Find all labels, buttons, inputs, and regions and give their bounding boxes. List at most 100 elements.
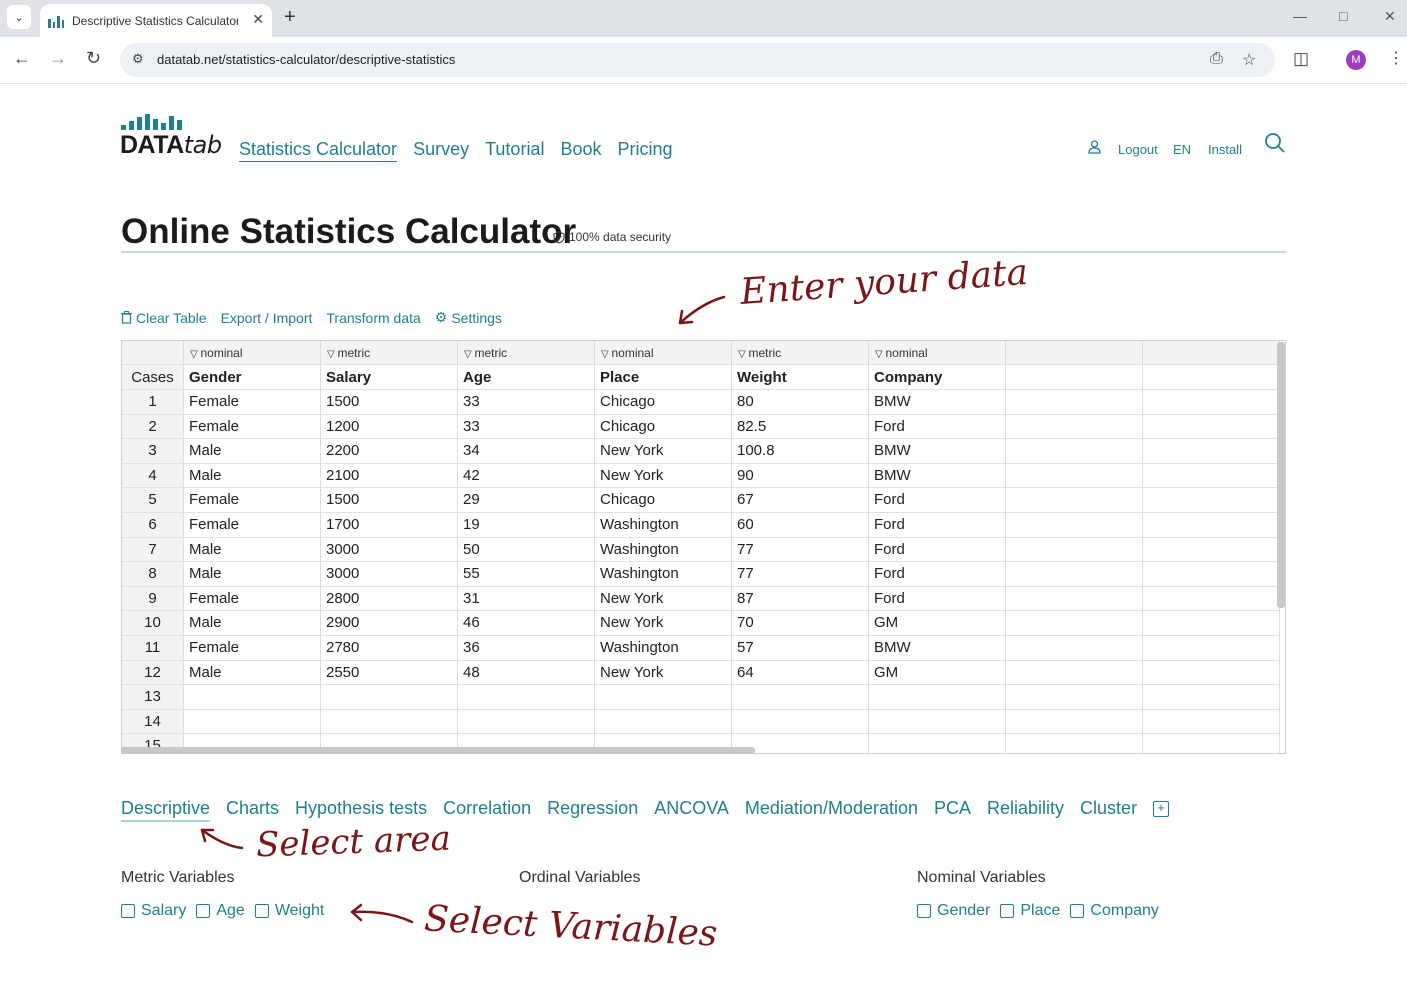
column-header[interactable]: Gender: [184, 365, 321, 390]
table-cell[interactable]: New York: [595, 660, 732, 686]
table-cell[interactable]: Male: [184, 660, 321, 686]
table-cell[interactable]: 57: [732, 636, 869, 661]
table-cell[interactable]: [1006, 709, 1143, 735]
table-cell[interactable]: 2200: [321, 439, 458, 464]
browser-tab-active[interactable]: Descriptive Statistics Calculator ✕: [40, 4, 272, 37]
table-cell[interactable]: [1143, 488, 1280, 513]
table-cell[interactable]: GM: [869, 611, 1006, 636]
table-cell[interactable]: [184, 685, 321, 710]
table-cell[interactable]: Female: [184, 390, 321, 415]
column-header[interactable]: Salary: [321, 365, 458, 390]
table-cell[interactable]: [1006, 414, 1143, 440]
column-header[interactable]: Place: [595, 365, 732, 390]
tab-charts[interactable]: Charts: [226, 798, 279, 822]
horizontal-scrollbar[interactable]: [121, 747, 755, 754]
table-cell[interactable]: Female: [184, 488, 321, 513]
datatab-logo[interactable]: DATAtab: [120, 114, 222, 159]
table-cell[interactable]: BMW: [869, 439, 1006, 464]
column-type-selector[interactable]: ▽ metric: [732, 341, 869, 365]
table-cell[interactable]: [732, 685, 869, 710]
table-cell[interactable]: GM: [869, 660, 1006, 686]
table-cell[interactable]: [1143, 586, 1280, 612]
table-cell[interactable]: [1006, 660, 1143, 686]
column-type-selector[interactable]: ▽ metric: [458, 341, 595, 365]
nav-tutorial[interactable]: Tutorial: [485, 139, 544, 162]
table-cell[interactable]: [1143, 414, 1280, 440]
table-cell[interactable]: Ford: [869, 414, 1006, 440]
url-text[interactable]: datatab.net/statistics-calculator/descri…: [157, 52, 455, 67]
table-cell[interactable]: 3000: [321, 537, 458, 563]
table-cell[interactable]: [458, 709, 595, 735]
table-cell[interactable]: New York: [595, 586, 732, 612]
tab-reliability[interactable]: Reliability: [987, 798, 1064, 822]
column-header[interactable]: [1143, 365, 1280, 390]
maximize-icon[interactable]: □: [1339, 8, 1347, 24]
table-cell[interactable]: [1143, 660, 1280, 686]
column-header[interactable]: Age: [458, 365, 595, 390]
table-cell[interactable]: 2900: [321, 611, 458, 636]
forward-arrow-icon[interactable]: →: [49, 48, 67, 69]
column-header[interactable]: Company: [869, 365, 1006, 390]
table-cell[interactable]: Washington: [595, 562, 732, 587]
tab-descriptive[interactable]: Descriptive: [121, 798, 211, 822]
table-cell[interactable]: 87: [732, 586, 869, 612]
table-cell[interactable]: 48: [458, 660, 595, 686]
tab-pca[interactable]: PCA: [934, 798, 971, 822]
table-cell[interactable]: 33: [458, 414, 595, 440]
table-cell[interactable]: Ford: [869, 488, 1006, 513]
table-cell[interactable]: 64: [732, 660, 869, 686]
table-cell[interactable]: [869, 734, 1006, 753]
table-cell[interactable]: [1006, 586, 1143, 612]
nav-pricing[interactable]: Pricing: [617, 139, 672, 162]
table-cell[interactable]: 33: [458, 390, 595, 415]
table-cell[interactable]: 55: [458, 562, 595, 587]
table-cell[interactable]: [1006, 439, 1143, 464]
extensions-puzzle-icon[interactable]: ◫: [1293, 49, 1309, 69]
tab-mediation-moderation[interactable]: Mediation/Moderation: [745, 798, 918, 822]
table-cell[interactable]: 77: [732, 562, 869, 587]
table-cell[interactable]: [321, 685, 458, 710]
table-cell[interactable]: [1006, 562, 1143, 587]
tab-ancova[interactable]: ANCOVA: [654, 798, 729, 822]
table-cell[interactable]: [732, 709, 869, 735]
table-cell[interactable]: 29: [458, 488, 595, 513]
table-cell[interactable]: 60: [732, 513, 869, 538]
column-type-selector[interactable]: ▽ nominal: [869, 341, 1006, 365]
table-cell[interactable]: Chicago: [595, 488, 732, 513]
reload-icon[interactable]: ↻: [86, 48, 101, 69]
table-cell[interactable]: 77: [732, 537, 869, 563]
table-cell[interactable]: [1143, 513, 1280, 538]
table-cell[interactable]: [1006, 685, 1143, 710]
table-cell[interactable]: [1006, 488, 1143, 513]
table-cell[interactable]: [1006, 463, 1143, 489]
checkbox-company[interactable]: Company: [1070, 902, 1159, 920]
table-cell[interactable]: 80: [732, 390, 869, 415]
table-cell[interactable]: Female: [184, 586, 321, 612]
table-cell[interactable]: [184, 709, 321, 735]
site-info-icon[interactable]: ⚙: [132, 51, 144, 67]
table-cell[interactable]: 2550: [321, 660, 458, 686]
checkbox-weight[interactable]: Weight: [254, 902, 324, 920]
table-cell[interactable]: [1143, 636, 1280, 661]
table-cell[interactable]: 42: [458, 463, 595, 489]
tab-regression[interactable]: Regression: [547, 798, 638, 822]
more-menu-icon[interactable]: ⋮: [1388, 48, 1404, 68]
column-type-selector[interactable]: ▽ nominal: [595, 341, 732, 365]
nav-survey[interactable]: Survey: [413, 139, 469, 162]
table-cell[interactable]: Female: [184, 636, 321, 661]
language-switch[interactable]: EN: [1173, 142, 1191, 157]
nav-book[interactable]: Book: [560, 139, 601, 162]
table-cell[interactable]: [595, 709, 732, 735]
table-cell[interactable]: [1006, 636, 1143, 661]
export-import-button[interactable]: Export / Import: [221, 309, 313, 326]
table-cell[interactable]: Male: [184, 439, 321, 464]
profile-avatar[interactable]: M: [1346, 50, 1366, 70]
table-cell[interactable]: 50: [458, 537, 595, 563]
table-cell[interactable]: Male: [184, 537, 321, 563]
tab-correlation[interactable]: Correlation: [443, 798, 531, 822]
table-cell[interactable]: New York: [595, 611, 732, 636]
nav-statistics-calculator[interactable]: Statistics Calculator: [239, 139, 398, 162]
settings-button[interactable]: ⚙ Settings: [435, 309, 502, 326]
table-cell[interactable]: [1143, 709, 1280, 735]
table-cell[interactable]: 2780: [321, 636, 458, 661]
